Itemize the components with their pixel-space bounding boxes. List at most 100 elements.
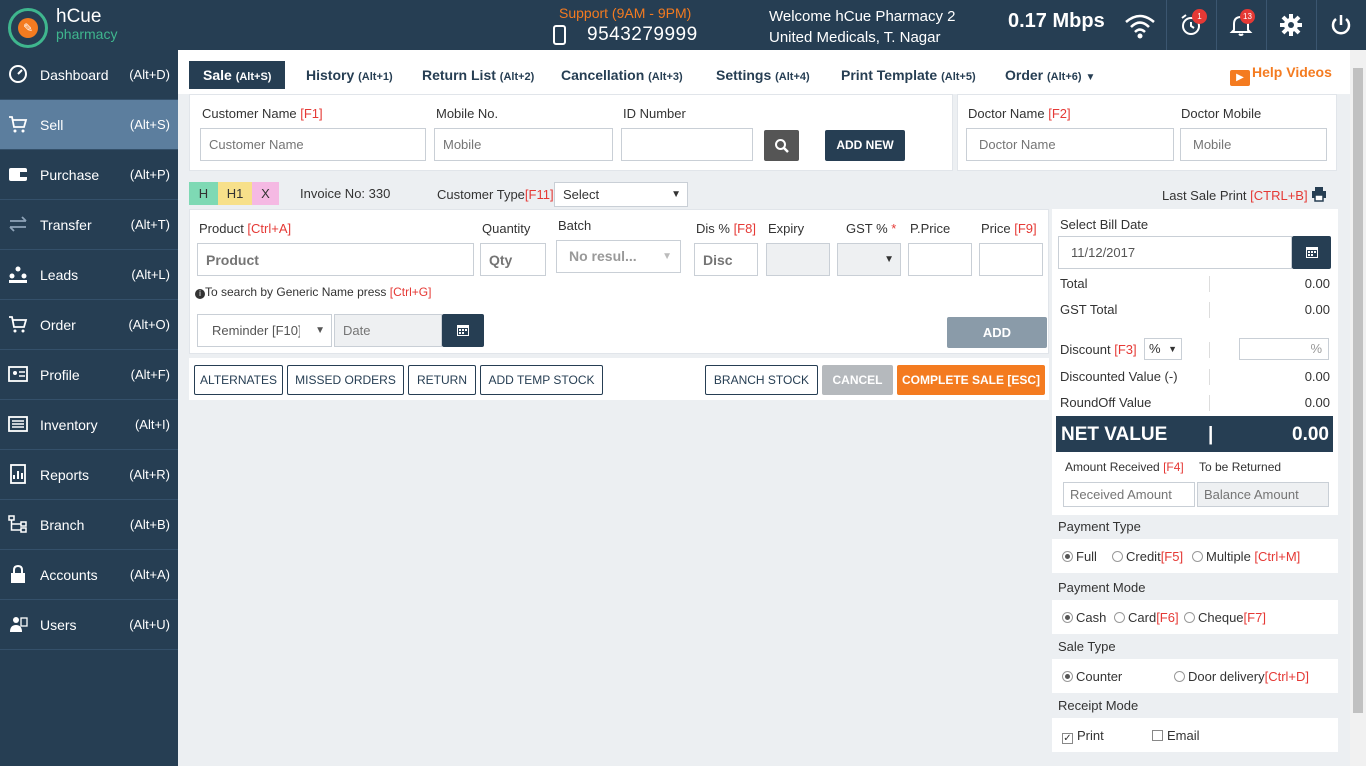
- add-new-customer-button[interactable]: ADD NEW: [825, 130, 905, 161]
- batch-label: Batch: [558, 218, 592, 233]
- receipt-print-checkbox[interactable]: ✓ Print: [1062, 728, 1104, 744]
- payment-multiple-radio[interactable]: Multiple [Ctrl+M]: [1192, 549, 1300, 564]
- sidebar-item-users[interactable]: Users (Alt+U): [0, 600, 178, 650]
- add-product-button[interactable]: ADD: [947, 317, 1047, 348]
- customer-mobile-input[interactable]: [434, 128, 613, 161]
- bill-date-calendar-button[interactable]: [1292, 236, 1331, 269]
- branch-stock-button[interactable]: BRANCH STOCK: [705, 365, 818, 395]
- customer-name-input[interactable]: [200, 128, 426, 161]
- option-label: Cheque: [1198, 610, 1244, 625]
- cancel-button[interactable]: CANCEL: [822, 365, 893, 395]
- bill-date-input[interactable]: 11/12/2017: [1058, 236, 1292, 269]
- tag-h1[interactable]: H1: [218, 182, 252, 205]
- help-videos-link[interactable]: ▶ Help Videos: [1230, 64, 1332, 86]
- shortcut-key: [F4]: [1163, 460, 1184, 474]
- tab-print-template[interactable]: Print Template (Alt+5): [841, 61, 976, 89]
- tab-shortcut: (Alt+5): [941, 71, 976, 83]
- sidebar-item-order[interactable]: Order (Alt+O): [0, 300, 178, 350]
- id-number-input[interactable]: [621, 128, 753, 161]
- top-divider: [1216, 0, 1217, 50]
- sale-counter-radio[interactable]: Counter: [1062, 669, 1122, 684]
- sidebar-item-inventory[interactable]: Inventory (Alt+I): [0, 400, 178, 450]
- printer-icon[interactable]: [1311, 186, 1327, 202]
- option-label: Multiple: [1206, 549, 1255, 564]
- label-text: GST %: [846, 221, 892, 236]
- brand-logo[interactable]: ✎ hCue pharmacy: [8, 6, 168, 48]
- sidebar-item-dashboard[interactable]: Dashboard (Alt+D): [0, 50, 178, 100]
- wallet-icon: [9, 168, 27, 181]
- reminder-date-input[interactable]: [334, 314, 442, 347]
- scrollbar-thumb[interactable]: [1353, 68, 1363, 713]
- doctor-mobile-input[interactable]: [1180, 128, 1327, 161]
- label-text: Customer Type: [437, 187, 525, 202]
- discount-amount-input[interactable]: %: [1239, 338, 1329, 360]
- brand-name-top: hCue: [56, 6, 102, 27]
- return-button[interactable]: RETURN: [408, 365, 476, 395]
- last-sale-print-link[interactable]: Last Sale Print [CTRL+B]: [1162, 188, 1308, 203]
- sidebar-item-label: Purchase: [40, 167, 100, 183]
- complete-sale-button[interactable]: COMPLETE SALE [ESC]: [897, 365, 1045, 395]
- tag-x[interactable]: X: [252, 182, 279, 205]
- tab-cancellation[interactable]: Cancellation (Alt+3): [561, 61, 683, 89]
- selected-value: Reminder [F10]: [212, 323, 300, 338]
- scrollbar-track[interactable]: [1350, 50, 1366, 766]
- lock-icon: [11, 564, 25, 583]
- net-value-label: NET VALUE: [1061, 424, 1168, 445]
- sidebar-item-label: Branch: [40, 517, 85, 533]
- gst-total-value: 0.00: [1304, 302, 1330, 317]
- tab-return-list[interactable]: Return List (Alt+2): [422, 61, 534, 89]
- sidebar-item-label: Accounts: [40, 567, 98, 583]
- net-value-divider: |: [1208, 424, 1214, 445]
- receipt-email-checkbox[interactable]: Email: [1152, 728, 1200, 743]
- label-text: Dis %: [696, 221, 734, 236]
- reminder-select[interactable]: Reminder [F10] ▼: [197, 314, 332, 347]
- discount-unit-select[interactable]: % ▼: [1144, 338, 1182, 360]
- sidebar-item-purchase[interactable]: Purchase (Alt+P): [0, 150, 178, 200]
- discount-input[interactable]: [694, 243, 758, 276]
- alternates-button[interactable]: ALTERNATES: [194, 365, 283, 395]
- tag-h[interactable]: H: [189, 182, 218, 205]
- missed-orders-button[interactable]: MISSED ORDERS: [287, 365, 404, 395]
- gear-icon[interactable]: [1278, 12, 1304, 38]
- price-input[interactable]: [979, 243, 1043, 276]
- sidebar-item-transfer[interactable]: Transfer (Alt+T): [0, 200, 178, 250]
- tab-sale[interactable]: Sale (Alt+S): [189, 61, 286, 89]
- tab-history[interactable]: History (Alt+1): [306, 61, 393, 89]
- batch-select[interactable]: No resul... ▼: [556, 240, 681, 273]
- sidebar-item-label: Leads: [40, 267, 79, 283]
- cart-icon: [9, 116, 28, 133]
- quantity-input[interactable]: [480, 243, 546, 276]
- reminder-calendar-button[interactable]: [442, 314, 484, 347]
- sidebar-item-reports[interactable]: Reports (Alt+R): [0, 450, 178, 500]
- doctor-name-label: Doctor Name [F2]: [968, 106, 1071, 121]
- discounted-value-row: Discounted Value (-) 0.00: [1060, 369, 1330, 385]
- sidebar-item-sell[interactable]: Sell (Alt+S): [0, 100, 178, 150]
- payment-full-radio[interactable]: Full: [1062, 549, 1097, 564]
- purchase-price-input[interactable]: [908, 243, 972, 276]
- payment-card-radio[interactable]: Card[F6]: [1114, 610, 1179, 625]
- customer-type-select[interactable]: Select ▼: [554, 182, 688, 207]
- tab-settings[interactable]: Settings (Alt+4): [716, 61, 810, 89]
- add-temp-stock-button[interactable]: ADD TEMP STOCK: [480, 365, 603, 395]
- payment-credit-radio[interactable]: Credit[F5]: [1112, 549, 1183, 564]
- net-value-bar: NET VALUE | 0.00: [1056, 416, 1333, 452]
- branch-icon: [8, 515, 27, 533]
- sidebar-item-label: Sell: [40, 117, 64, 133]
- label-text: Price: [981, 221, 1015, 236]
- sidebar-item-profile[interactable]: Profile (Alt+F): [0, 350, 178, 400]
- doctor-name-input[interactable]: [966, 128, 1174, 161]
- roundoff-value: 0.00: [1304, 395, 1330, 410]
- received-amount-input[interactable]: [1063, 482, 1195, 507]
- sidebar-item-leads[interactable]: Leads (Alt+L): [0, 250, 178, 300]
- payment-cheque-radio[interactable]: Cheque[F7]: [1184, 610, 1266, 625]
- search-button[interactable]: [764, 130, 799, 161]
- product-input[interactable]: [197, 243, 474, 276]
- row-divider: [1209, 302, 1210, 318]
- gst-select[interactable]: ▼: [837, 243, 901, 276]
- payment-cash-radio[interactable]: Cash: [1062, 610, 1106, 625]
- sidebar-item-branch[interactable]: Branch (Alt+B): [0, 500, 178, 550]
- tab-order[interactable]: Order (Alt+6) ▼: [1005, 61, 1095, 89]
- sale-door-delivery-radio[interactable]: Door delivery[Ctrl+D]: [1174, 669, 1309, 684]
- power-icon[interactable]: [1328, 12, 1354, 38]
- sidebar-item-accounts[interactable]: Accounts (Alt+A): [0, 550, 178, 600]
